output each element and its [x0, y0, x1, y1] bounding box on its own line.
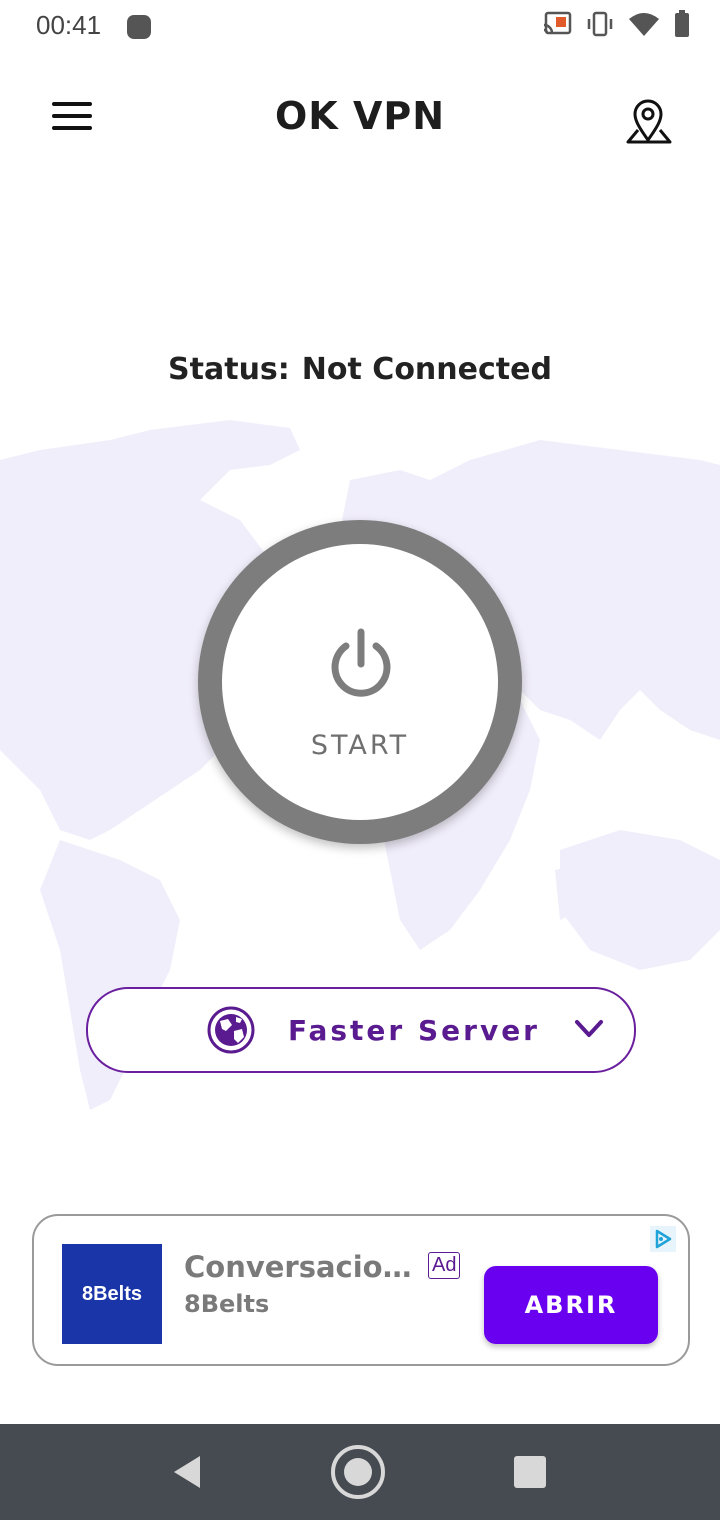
battery-icon [675, 10, 689, 37]
app-bar: OK VPN [0, 80, 720, 160]
server-selector[interactable]: Faster Server [86, 987, 636, 1073]
status-time: 00:41 [36, 10, 102, 40]
ad-title: Conversacion... [184, 1250, 416, 1284]
notification-dot-icon [127, 15, 151, 39]
ad-open-button[interactable]: ABRIR [484, 1266, 658, 1344]
location-pin-icon [626, 99, 672, 144]
status-icons [542, 10, 690, 38]
vibrate-icon [587, 11, 613, 37]
location-button[interactable] [624, 96, 674, 146]
ad-logo: 8Belts [62, 1244, 162, 1344]
wifi-icon [629, 13, 659, 36]
ad-banner[interactable]: 8Belts Conversacion... Ad 8Belts ABRIR [32, 1214, 690, 1366]
ad-badge: Ad [428, 1252, 461, 1279]
status-bar: 00:41 [0, 0, 720, 56]
globe-icon [207, 1006, 255, 1054]
start-button-face: START [222, 544, 498, 820]
cast-icon [543, 11, 572, 35]
start-button[interactable]: START [198, 520, 522, 844]
start-label: START [310, 730, 410, 761]
home-icon[interactable] [330, 1444, 386, 1500]
back-icon[interactable] [170, 1454, 204, 1490]
ad-choices-icon[interactable] [650, 1226, 676, 1252]
app-title: OK VPN [274, 94, 446, 138]
recent-apps-icon[interactable] [514, 1456, 546, 1488]
power-icon [331, 628, 391, 697]
status-label: Status: [168, 352, 290, 387]
status-value: Not Connected [301, 352, 552, 387]
chevron-down-icon [575, 1020, 603, 1037]
server-label: Faster Server [288, 1014, 540, 1047]
system-nav-bar [0, 1424, 720, 1520]
connection-status: Status: Not Connected [0, 352, 720, 387]
ad-advertiser: 8Belts [184, 1290, 270, 1318]
